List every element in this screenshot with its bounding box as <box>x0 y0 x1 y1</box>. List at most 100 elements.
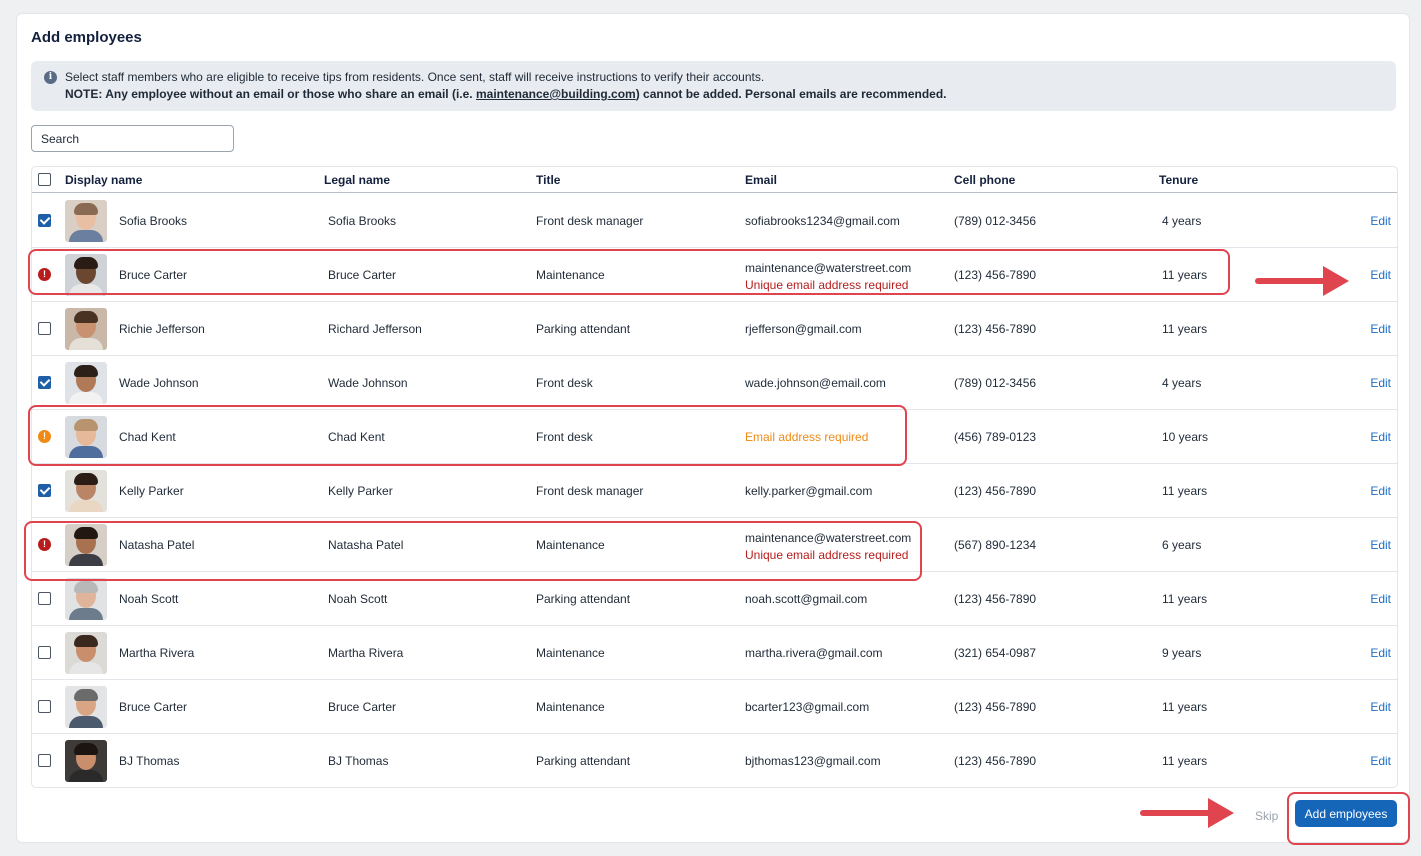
display-name-cell: Sofia Brooks <box>119 214 188 228</box>
row-checkbox[interactable] <box>38 700 51 713</box>
edit-link[interactable]: Edit <box>1370 700 1391 714</box>
note-suffix: ) cannot be added. Personal emails are r… <box>635 87 947 101</box>
row-checkbox[interactable] <box>38 484 51 497</box>
edit-link[interactable]: Edit <box>1370 538 1391 552</box>
tenure-cell: 4 years <box>1162 214 1202 228</box>
row-checkbox[interactable] <box>38 592 51 605</box>
highlight-box-bruce-carter <box>28 249 1230 295</box>
annotation-arrow-edit <box>1255 266 1349 296</box>
tenure-cell: 11 years <box>1162 322 1208 336</box>
table-row: Sofia Brooks Sofia Brooks Front desk manag… <box>32 194 1397 248</box>
email-cell: kelly.parker@gmail.com <box>745 484 873 498</box>
table-row: Martha Rivera Martha Rivera Maintenance mar… <box>32 626 1397 680</box>
display-name-cell: BJ Thomas <box>119 754 180 768</box>
avatar <box>65 362 107 404</box>
cell-phone-cell: (789) 012-3456 <box>954 376 1037 390</box>
avatar <box>65 578 107 620</box>
legal-name-cell: Sofia Brooks <box>328 214 397 228</box>
display-name-cell: Martha Rivera <box>119 646 195 660</box>
column-header-tenure[interactable]: Tenure <box>1159 173 1198 187</box>
email-cell: martha.rivera@gmail.com <box>745 646 883 660</box>
avatar <box>65 470 107 512</box>
display-name-cell: Richie Jefferson <box>119 322 205 336</box>
highlight-box-natasha-patel <box>24 521 922 581</box>
highlight-box-chad-kent <box>28 405 907 466</box>
email-cell: wade.johnson@email.com <box>745 376 886 390</box>
email-cell: bjthomas123@gmail.com <box>745 754 881 768</box>
title-cell: Front desk manager <box>536 214 644 228</box>
edit-link[interactable]: Edit <box>1370 484 1391 498</box>
cell-phone-cell: (789) 012-3456 <box>954 214 1037 228</box>
row-checkbox[interactable] <box>38 754 51 767</box>
info-text-block: Select staff members who are eligible to… <box>65 69 947 103</box>
email-cell: rjefferson@gmail.com <box>745 322 862 336</box>
column-header-cell-phone[interactable]: Cell phone <box>954 173 1015 187</box>
table-row: BJ Thomas BJ Thomas Parking attendant bjtho… <box>32 734 1397 787</box>
legal-name-cell: Bruce Carter <box>328 700 397 714</box>
table-row: Kelly Parker Kelly Parker Front desk manag… <box>32 464 1397 518</box>
table-row: Wade Johnson Wade Johnson Front desk wade.j… <box>32 356 1397 410</box>
avatar <box>65 740 107 782</box>
annotation-arrow-add <box>1140 798 1234 828</box>
avatar <box>65 200 107 242</box>
cell-phone-cell: (567) 890-1234 <box>954 538 1037 552</box>
display-name-cell: Wade Johnson <box>119 376 199 390</box>
page-title: Add employees <box>31 29 142 46</box>
cell-phone-cell: (123) 456-7890 <box>954 754 1037 768</box>
email-cell: bcarter123@gmail.com <box>745 700 870 714</box>
edit-link[interactable]: Edit <box>1370 322 1391 336</box>
avatar <box>65 686 107 728</box>
legal-name-cell: Kelly Parker <box>328 484 393 498</box>
skip-button[interactable]: Skip <box>1255 809 1278 823</box>
email-cell: sofiabrooks1234@gmail.com <box>745 214 900 228</box>
add-employees-button[interactable]: Add employees <box>1295 800 1397 827</box>
avatar <box>65 632 107 674</box>
row-checkbox[interactable] <box>38 376 51 389</box>
search-input[interactable] <box>31 125 234 152</box>
legal-name-cell: BJ Thomas <box>328 754 389 768</box>
note-email-example: maintenance@building.com <box>475 87 636 101</box>
table-row: Richie Jefferson Richard Jefferson Parking… <box>32 302 1397 356</box>
cell-phone-cell: (456) 789-0123 <box>954 430 1037 444</box>
cell-phone-cell: (123) 456-7890 <box>954 592 1037 606</box>
cell-phone-cell: (123) 456-7890 <box>954 322 1037 336</box>
legal-name-cell: Martha Rivera <box>328 646 404 660</box>
column-header-legal-name[interactable]: Legal name <box>324 173 390 187</box>
title-cell: Parking attendant <box>536 592 631 606</box>
edit-link[interactable]: Edit <box>1370 754 1391 768</box>
row-checkbox[interactable] <box>38 646 51 659</box>
legal-name-cell: Richard Jefferson <box>328 322 422 336</box>
select-all-checkbox[interactable] <box>38 173 51 186</box>
avatar <box>65 308 107 350</box>
title-cell: Front desk manager <box>536 484 644 498</box>
display-name-cell: Kelly Parker <box>119 484 184 498</box>
row-checkbox[interactable] <box>38 214 51 227</box>
cell-phone-cell: (123) 456-7890 <box>954 700 1037 714</box>
tenure-cell: 4 years <box>1162 376 1202 390</box>
title-cell: Front desk <box>536 376 593 390</box>
edit-link[interactable]: Edit <box>1370 214 1391 228</box>
tenure-cell: 10 years <box>1162 430 1209 444</box>
title-cell: Parking attendant <box>536 754 631 768</box>
cell-phone-cell: (321) 654-0987 <box>954 646 1037 660</box>
column-header-display-name[interactable]: Display name <box>65 173 142 187</box>
title-cell: Parking attendant <box>536 322 631 336</box>
title-cell: Maintenance <box>536 700 605 714</box>
row-checkbox[interactable] <box>38 322 51 335</box>
title-cell: Maintenance <box>536 646 605 660</box>
edit-link[interactable]: Edit <box>1370 376 1391 390</box>
legal-name-cell: Wade Johnson <box>328 376 408 390</box>
edit-link[interactable]: Edit <box>1370 646 1391 660</box>
edit-link[interactable]: Edit <box>1370 268 1391 282</box>
edit-link[interactable]: Edit <box>1370 592 1391 606</box>
table-header: Display name Legal name Title Email Cell… <box>32 167 1397 193</box>
column-header-title[interactable]: Title <box>536 173 560 187</box>
edit-link[interactable]: Edit <box>1370 430 1391 444</box>
column-header-email[interactable]: Email <box>745 173 777 187</box>
tenure-cell: 6 years <box>1162 538 1202 552</box>
note-prefix: NOTE: Any employee without an email or t… <box>65 87 476 101</box>
email-cell: noah.scott@gmail.com <box>745 592 868 606</box>
info-message: Select staff members who are eligible to… <box>65 70 765 84</box>
cell-phone-cell: (123) 456-7890 <box>954 484 1037 498</box>
tenure-cell: 11 years <box>1162 484 1208 498</box>
